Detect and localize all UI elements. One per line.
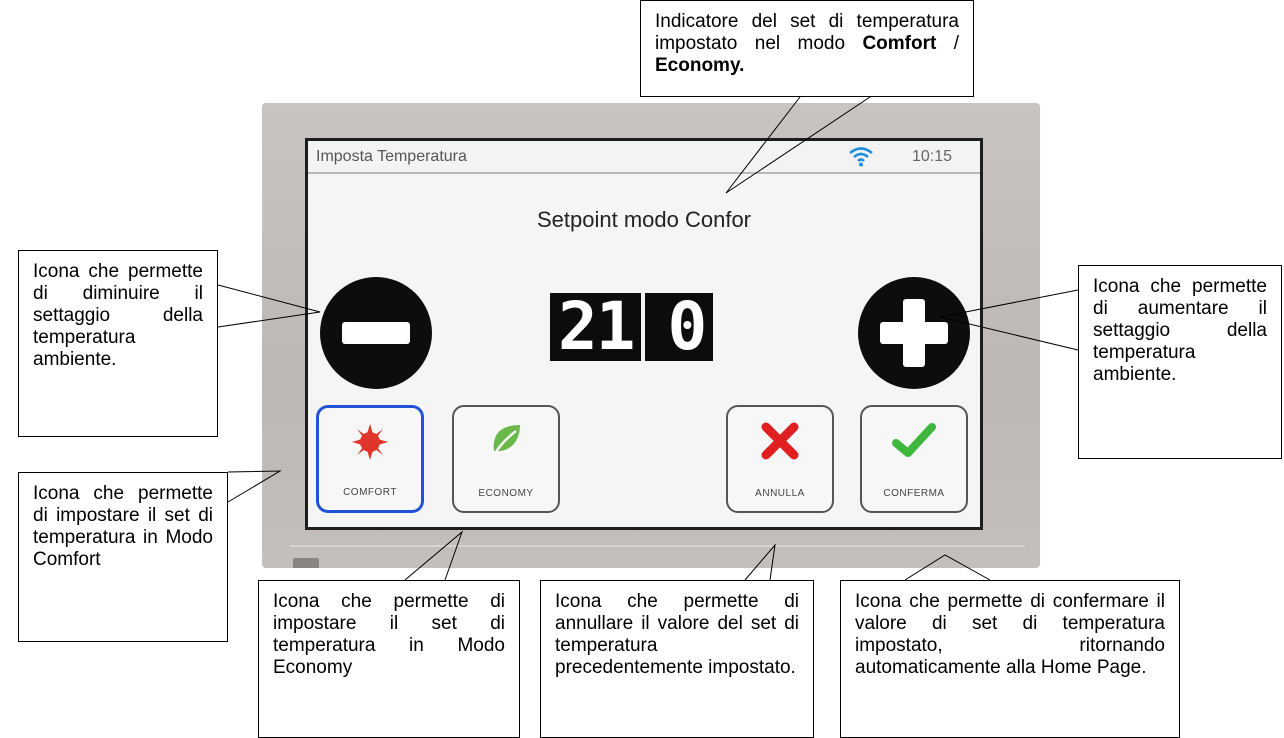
plus-icon-vertical bbox=[903, 299, 925, 367]
callout-plus: Icona che permette di aumentare il setta… bbox=[1078, 265, 1282, 459]
comfort-mode-button[interactable]: COMFORT bbox=[316, 405, 424, 513]
leaf-icon bbox=[492, 425, 520, 456]
cancel-label: ANNULLA bbox=[755, 488, 805, 499]
screen-title: Imposta Temperatura bbox=[316, 148, 467, 165]
confirm-label: CONFERMA bbox=[883, 488, 945, 499]
economy-mode-button[interactable]: ECONOMY bbox=[452, 405, 560, 513]
bezel-edge bbox=[290, 545, 1025, 547]
comfort-label: COMFORT bbox=[343, 487, 397, 498]
setpoint-value: 21 0 bbox=[550, 293, 714, 361]
setpoint-decimal: 0 bbox=[665, 293, 714, 361]
cancel-button[interactable]: ANNULLA bbox=[726, 405, 834, 513]
callout-conferma: Icona che permette di confermare il valo… bbox=[840, 580, 1180, 738]
decimal-separator bbox=[645, 293, 666, 361]
decrease-temperature-button[interactable] bbox=[320, 277, 432, 389]
callout-bold-comfort: Comfort bbox=[862, 33, 937, 54]
callout-annulla: Icona che permette di annullare il valor… bbox=[540, 580, 814, 738]
increase-temperature-button[interactable] bbox=[858, 277, 970, 389]
wifi-icon bbox=[849, 147, 873, 167]
callout-minus: Icona che permette di diminuire il setta… bbox=[18, 250, 218, 437]
callout-economy: Icona che permette di impostare il set d… bbox=[258, 580, 520, 738]
callout-annulla-text: Icona che permette di annullare il valor… bbox=[555, 591, 799, 678]
close-icon bbox=[761, 422, 799, 460]
confirm-button[interactable]: CONFERMA bbox=[860, 405, 968, 513]
clock: 10:15 bbox=[912, 148, 953, 165]
callout-comfort: Icona che permette di impostare il set d… bbox=[18, 472, 228, 642]
callout-bold-economy: Economy. bbox=[655, 55, 745, 76]
callout-conferma-text: Icona che permette di confermare il valo… bbox=[855, 591, 1165, 678]
economy-label: ECONOMY bbox=[478, 488, 534, 499]
check-icon bbox=[892, 423, 936, 457]
sun-icon bbox=[352, 424, 388, 460]
device-button bbox=[293, 558, 319, 568]
callout-minus-text: Icona che permette di diminuire il setta… bbox=[33, 261, 203, 370]
status-bar: Imposta Temperatura 10:15 bbox=[308, 141, 980, 174]
callout-separator: / bbox=[936, 33, 959, 54]
callout-setpoint-indicator: Indicatore del set di temperatura impost… bbox=[640, 0, 974, 97]
thermostat-screen: Imposta Temperatura 10:15 Setpoint modo … bbox=[305, 138, 983, 530]
setpoint-mode-label: Setpoint modo Confor bbox=[536, 207, 752, 232]
callout-comfort-text: Icona che permette di impostare il set d… bbox=[33, 483, 213, 570]
callout-plus-text: Icona che permette di aumentare il setta… bbox=[1093, 276, 1267, 385]
setpoint-integer: 21 bbox=[550, 293, 642, 361]
minus-icon bbox=[342, 322, 410, 344]
callout-economy-text: Icona che permette di impostare il set d… bbox=[273, 591, 505, 678]
callout-setpoint-indicator-text: Indicatore del set di temperatura impost… bbox=[655, 11, 959, 77]
